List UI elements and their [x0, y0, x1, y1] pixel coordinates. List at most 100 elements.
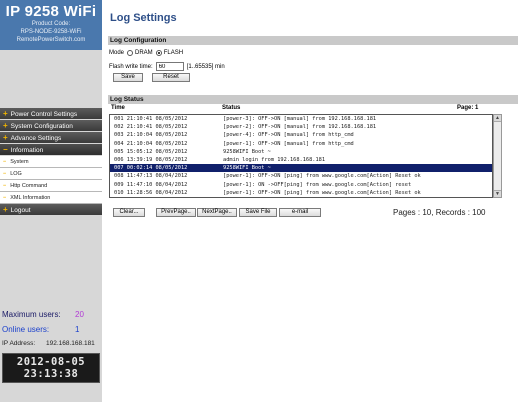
plus-icon: + — [3, 109, 8, 118]
log-time: 008 11:47:13 08/04/2012 — [114, 173, 188, 180]
clock-display: 2012-08-05 23:13:38 — [2, 353, 100, 383]
submenu-item-system[interactable]: − System — [0, 156, 102, 168]
sidebar-item-information[interactable]: − Information — [0, 144, 102, 156]
plus-icon: + — [3, 205, 8, 214]
flash-write-time-hint: [1..65535] min — [186, 63, 225, 70]
log-row[interactable]: 008 11:47:13 08/04/2012 [power-1]: OFF->O… — [110, 172, 492, 180]
sidebar-item-power-control[interactable]: + Power Control Settings — [0, 108, 102, 120]
scroll-up-icon[interactable]: ▲ — [494, 115, 501, 122]
dash-icon: − — [3, 171, 7, 177]
max-users-value: 20 — [75, 310, 84, 319]
mode-label: Mode — [109, 50, 125, 56]
col-status-header: Status — [222, 105, 241, 111]
product-model: RPS-NODE-9258-WiFi — [20, 29, 82, 35]
email-button[interactable]: e-mail — [279, 208, 321, 217]
log-status-header: Log Status — [108, 95, 518, 104]
online-users-label: Online users: — [2, 325, 50, 334]
log-row[interactable]: 004 21:10:04 08/05/2012 [power-1]: OFF->O… — [110, 140, 492, 148]
log-table-header: Time Status Page: 1 — [109, 105, 517, 113]
log-status: 9258WIFI Boot ~ — [223, 148, 271, 155]
log-row[interactable]: 003 21:10:04 08/05/2012 [power-4]: OFF->O… — [110, 131, 492, 139]
sidebar-item-label: Advance Settings — [10, 135, 62, 142]
sidebar-item-label: System Configuration — [10, 123, 73, 130]
log-time: 002 21:10:41 08/05/2012 — [114, 124, 188, 131]
max-users-label: Maximum users: — [2, 310, 61, 319]
sidebar-item-logout[interactable]: + Logout — [0, 204, 102, 216]
mode-dram-radio[interactable] — [127, 50, 134, 56]
ip-address-value: 192.168.168.181 — [46, 340, 95, 347]
log-status: [power-1]: OFF->ON [manual] from http_cm… — [223, 140, 354, 147]
plus-icon: + — [3, 133, 8, 142]
log-row-selected[interactable]: 007 00:02:14 08/05/2012 9258WIFI Boot ~ — [110, 164, 492, 173]
log-time: 003 21:10:04 08/05/2012 — [114, 132, 188, 139]
submenu-item-log[interactable]: − LOG — [0, 168, 102, 180]
log-time: 005 15:05:12 08/05/2012 — [114, 148, 188, 155]
minus-icon: − — [3, 145, 8, 154]
log-status: [power-2]: OFF->ON [manual] from 192.168… — [223, 124, 377, 131]
log-status: [power-4]: OFF->ON [manual] from http_cm… — [223, 132, 354, 139]
sidebar-item-label: Logout — [10, 207, 31, 214]
brand-title: IP 9258 WiFi — [5, 3, 97, 20]
log-row[interactable]: 005 15:05:12 08/05/2012 9258WIFI Boot ~ — [110, 148, 492, 156]
save-button[interactable]: Save — [113, 73, 143, 82]
clear-button[interactable]: Clear... — [113, 208, 145, 217]
pages-summary: Pages : 10, Records : 100 — [393, 208, 486, 217]
prev-page-button[interactable]: PrevPage.. — [156, 208, 196, 217]
ip-address-row: IP Address: 192.168.168.181 — [2, 340, 100, 354]
mode-dram-label: DRAM — [135, 50, 153, 56]
product-code-label: Product Code: — [31, 21, 71, 27]
flash-write-time-label: Flash write time: — [109, 63, 153, 70]
brand-header: IP 9258 WiFi Product Code: RPS-NODE-9258… — [0, 0, 102, 50]
sidebar-item-system-configuration[interactable]: + System Configuration — [0, 120, 102, 132]
log-row[interactable]: 009 11:47:10 08/04/2012 [power-1]: ON ->O… — [110, 181, 492, 189]
reset-button[interactable]: Reset — [152, 73, 190, 82]
flash-write-time-row: Flash write time: [1..65535] min — [109, 62, 225, 71]
submenu-item-label: LOG — [10, 171, 22, 177]
mode-row: Mode DRAM FLASH — [109, 50, 183, 56]
log-row[interactable]: 001 21:10:41 08/05/2012 [power-3]: OFF->O… — [110, 115, 492, 123]
log-row[interactable]: 002 21:10:41 08/05/2012 [power-2]: OFF->O… — [110, 123, 492, 131]
submenu-item-label: System — [10, 159, 29, 165]
page-indicator: Page: 1 — [457, 105, 479, 111]
sidebar-item-label: Power Control Settings — [10, 111, 78, 118]
submenu-item-xml-information[interactable]: − XML Information — [0, 192, 102, 204]
log-status: 9258WIFI Boot ~ — [223, 165, 271, 172]
log-scrollbar[interactable]: ▲ ▼ — [493, 114, 502, 198]
sidebar-menu: + Power Control Settings + System Configur… — [0, 108, 102, 216]
log-row[interactable]: 010 11:28:56 08/04/2012 [power-1]: OFF->O… — [110, 189, 492, 197]
log-time: 006 13:39:19 08/05/2012 — [114, 156, 188, 163]
user-stats: Maximum users: 20 Online users: 1 IP Add… — [2, 310, 100, 354]
flash-write-time-input[interactable] — [155, 62, 184, 71]
dash-icon: − — [3, 195, 7, 201]
submenu-item-http-command[interactable]: − Http Command — [0, 180, 102, 192]
log-status: [power-1]: OFF->ON [ping] from www.googl… — [223, 173, 421, 180]
next-page-button[interactable]: NextPage.. — [197, 208, 237, 217]
mode-flash-radio[interactable] — [155, 50, 162, 56]
log-time: 007 00:02:14 08/05/2012 — [114, 165, 188, 172]
clock-date: 2012-08-05 — [16, 356, 86, 368]
log-list[interactable]: 001 21:10:41 08/05/2012 [power-3]: OFF->O… — [109, 114, 493, 198]
log-status: [power-3]: OFF->ON [manual] from 192.168… — [223, 116, 377, 122]
sidebar-item-advance-settings[interactable]: + Advance Settings — [0, 132, 102, 144]
clock-time: 23:13:38 — [23, 368, 79, 380]
log-configuration-header: Log Configuration — [108, 36, 518, 45]
online-users-value: 1 — [75, 325, 80, 334]
log-time: 004 21:10:04 08/05/2012 — [114, 140, 188, 147]
online-users-row: Online users: 1 — [2, 325, 100, 340]
submenu-item-label: XML Information — [10, 195, 51, 201]
save-file-button[interactable]: Save File — [239, 208, 277, 217]
log-time: 009 11:47:10 08/04/2012 — [114, 181, 188, 188]
ip-address-label: IP Address: — [2, 340, 36, 347]
max-users-row: Maximum users: 20 — [2, 310, 100, 325]
plus-icon: + — [3, 121, 8, 130]
col-time-header: Time — [111, 105, 125, 111]
log-time: 001 21:10:41 08/05/2012 — [114, 116, 188, 122]
log-row[interactable]: 006 13:39:19 08/05/2012 admin login from … — [110, 156, 492, 164]
dash-icon: − — [3, 159, 7, 165]
scroll-down-icon[interactable]: ▼ — [494, 190, 501, 197]
submenu-item-label: Http Command — [10, 183, 48, 189]
website: RemotePowerSwitch.com — [16, 37, 86, 43]
log-status: [power-1]: OFF->ON [ping] from www.googl… — [223, 189, 421, 196]
sidebar: IP 9258 WiFi Product Code: RPS-NODE-9258… — [0, 0, 102, 402]
log-status: admin login from 192.168.168.181 — [223, 156, 326, 163]
